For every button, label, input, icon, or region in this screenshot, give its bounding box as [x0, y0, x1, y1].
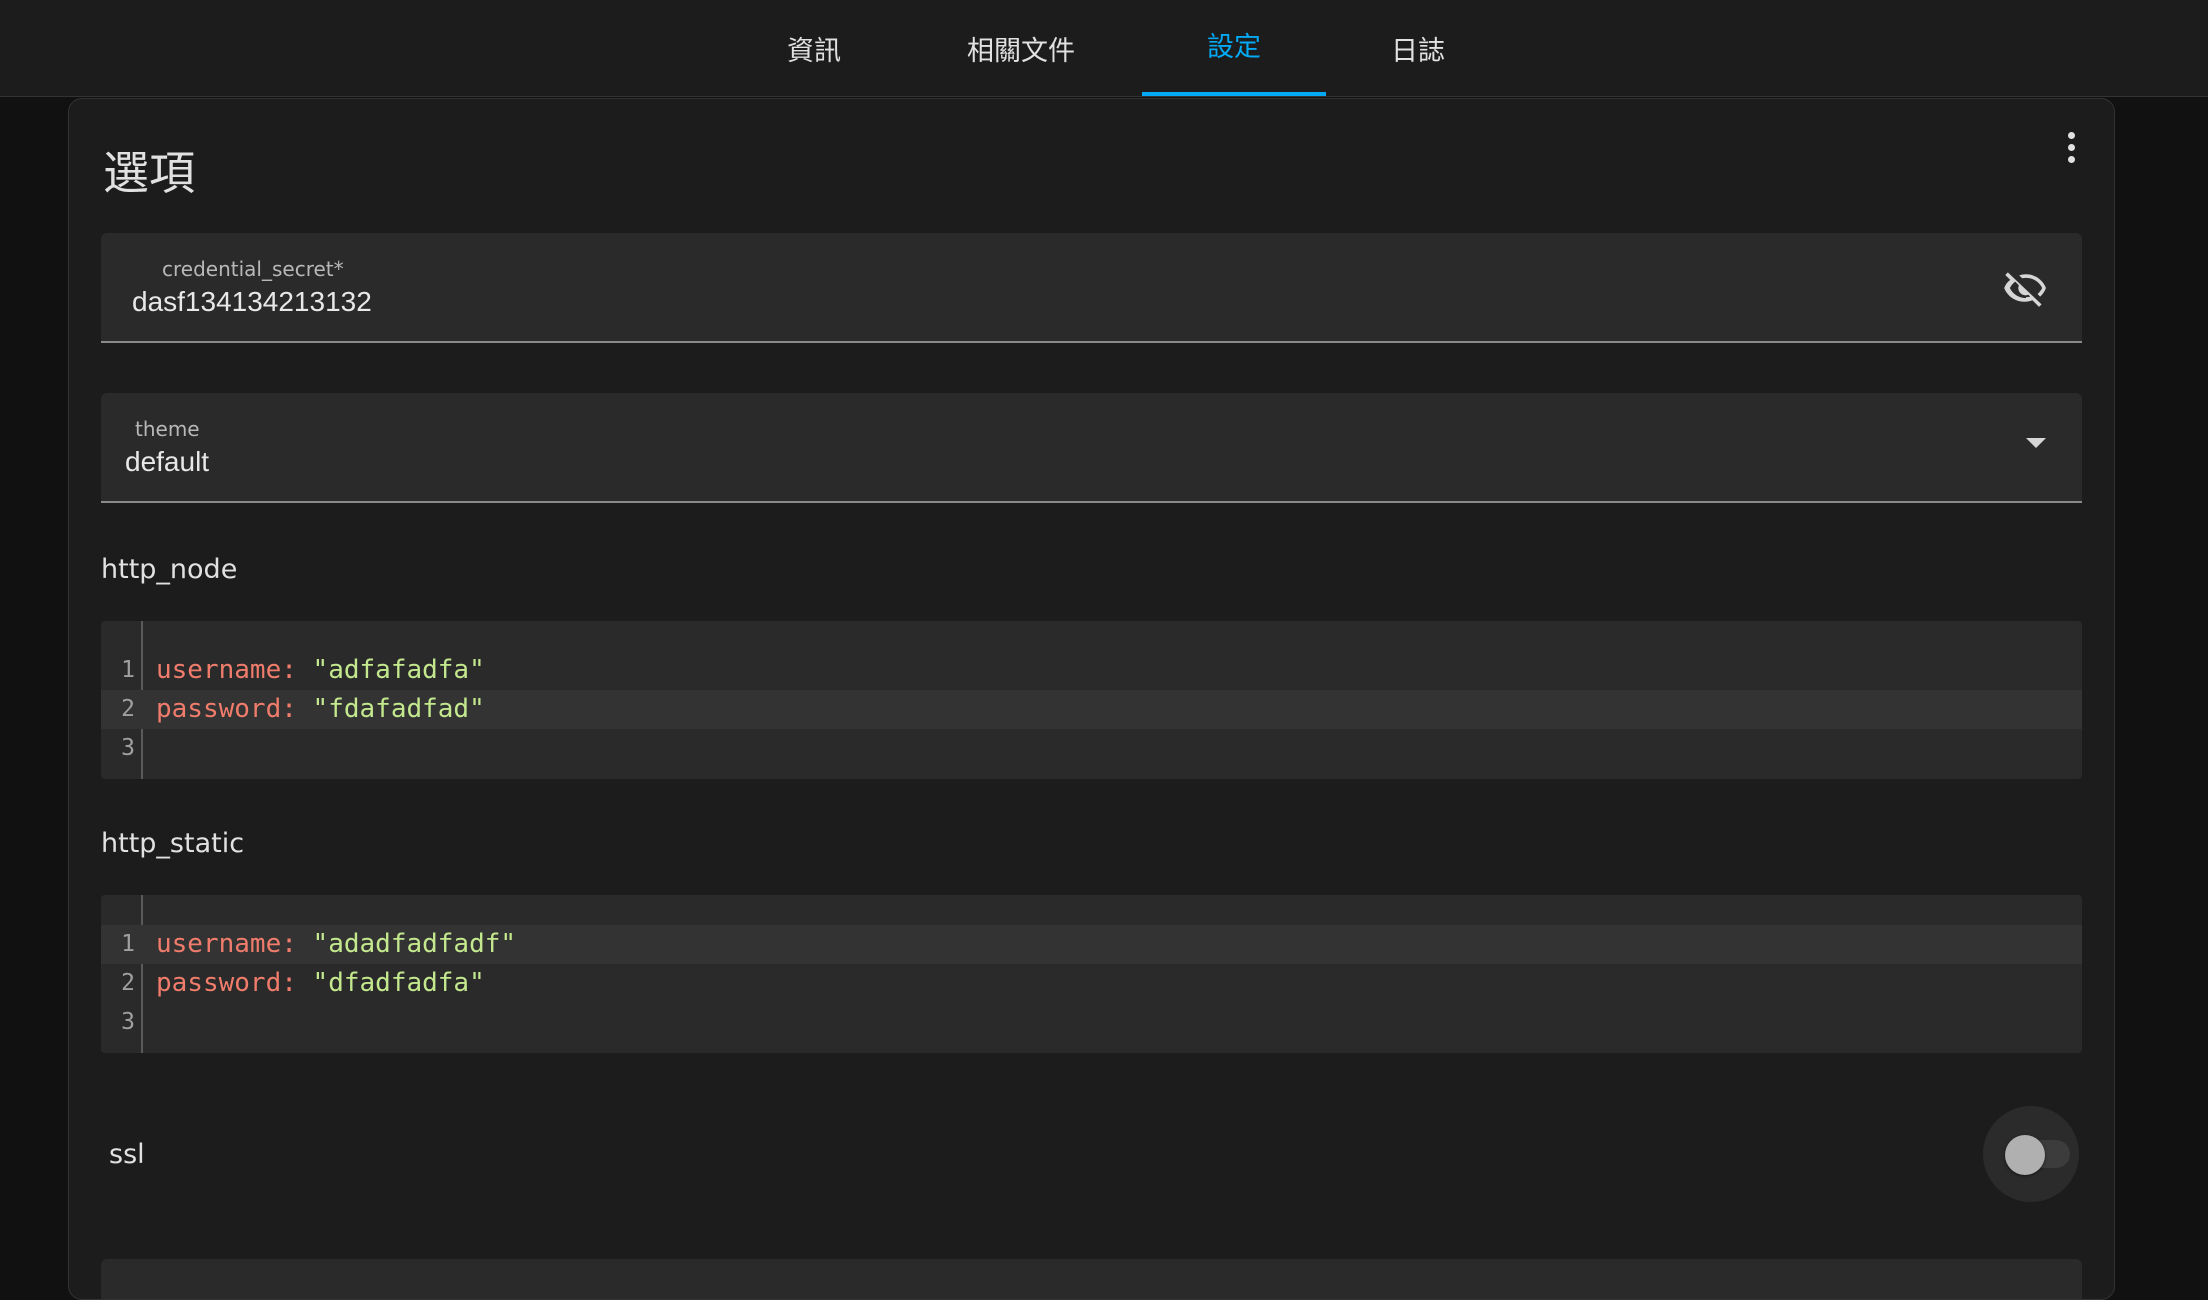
code-line-active[interactable]: 2 password: "fdafadfad" — [101, 690, 2082, 729]
http-node-label: http_node — [101, 554, 238, 585]
line-number: 3 — [121, 1009, 135, 1035]
yaml-key: username — [156, 655, 282, 685]
yaml-value: "adfafadfa" — [312, 655, 485, 685]
ssl-toggle[interactable] — [2005, 1135, 2045, 1175]
yaml-colon: : — [281, 655, 297, 685]
chevron-down-icon[interactable] — [2026, 438, 2046, 448]
line-number: 1 — [121, 931, 135, 957]
line-number: 1 — [121, 657, 135, 683]
theme-label: theme — [135, 417, 200, 441]
options-card: 選項 credential_secret* dasf134134213132 t… — [68, 98, 2115, 1300]
tab-info-label: 資訊 — [787, 35, 841, 67]
yaml-value: "fdafadfad" — [312, 694, 485, 724]
tab-info[interactable]: 資訊 — [742, 0, 886, 96]
tab-documentation[interactable]: 相關文件 — [942, 0, 1100, 96]
top-tab-bar: 資訊 相關文件 設定 日誌 — [0, 0, 2208, 97]
line-number: 3 — [121, 735, 135, 761]
yaml-value: "adadfadfadf" — [312, 929, 517, 959]
more-vert-icon[interactable] — [2051, 127, 2091, 167]
http-node-editor[interactable]: 1 username: "adfafadfa" 2 password: "fda… — [101, 621, 2082, 779]
http-static-label: http_static — [101, 828, 245, 859]
credential-secret-value[interactable]: dasf134134213132 — [132, 286, 372, 318]
line-number: 2 — [121, 696, 135, 722]
yaml-key: password — [156, 968, 282, 998]
code-line[interactable]: 3 — [101, 1003, 2082, 1042]
credential-secret-field[interactable]: credential_secret* dasf134134213132 — [101, 233, 2082, 343]
theme-value: default — [125, 446, 210, 477]
code-line[interactable]: 2 password: "dfadfadfa" — [101, 964, 2082, 1003]
active-tab-indicator — [1142, 92, 1326, 96]
code-line[interactable]: 3 — [101, 729, 2082, 768]
tab-settings-label: 設定 — [1207, 31, 1261, 63]
yaml-key: password — [156, 694, 282, 724]
theme-select[interactable]: theme default — [101, 393, 2082, 503]
yaml-key: username — [156, 929, 282, 959]
http-static-editor[interactable]: 1 username: "adadfadfadf" 2 password: "d… — [101, 895, 2082, 1053]
yaml-colon: : — [281, 968, 297, 998]
yaml-colon: : — [281, 929, 297, 959]
tab-logs-label: 日誌 — [1391, 35, 1445, 67]
tab-documentation-label: 相關文件 — [967, 35, 1075, 67]
yaml-colon: : — [281, 694, 297, 724]
tab-logs[interactable]: 日誌 — [1366, 0, 1470, 96]
code-line-active[interactable]: 1 username: "adadfadfadf" — [101, 925, 2082, 964]
credential-secret-label: credential_secret* — [162, 257, 344, 281]
code-line[interactable]: 1 username: "adfafadfa" — [101, 651, 2082, 690]
next-field[interactable] — [101, 1259, 2082, 1299]
tab-settings[interactable]: 設定 — [1142, 0, 1326, 92]
card-title: 選項 — [103, 146, 195, 200]
eye-off-icon[interactable] — [2004, 266, 2048, 310]
yaml-value: "dfadfadfa" — [312, 968, 485, 998]
line-number: 2 — [121, 970, 135, 996]
ssl-label: ssl — [109, 1139, 145, 1170]
